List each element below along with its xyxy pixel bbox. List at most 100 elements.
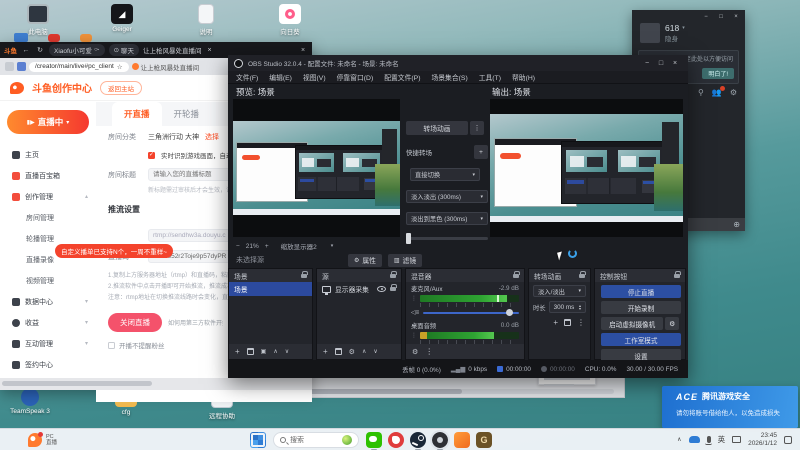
properties-button[interactable]: ⚙ 属性 [348,253,382,267]
add-source-icon[interactable]: + [323,347,328,356]
stop-streaming-button[interactable]: 停止直播 [601,285,681,298]
visibility-eye-icon[interactable] [377,286,386,292]
taskbar-widget[interactable]: PC 直播 [0,431,57,447]
orange-app-icon[interactable] [454,431,471,448]
live-status-button[interactable]: ▮▶ 直播中 ▾ [7,110,89,134]
transition-props-icon[interactable]: ⋮ [577,318,585,327]
mic-volume-slider[interactable] [423,309,519,316]
quick-transition-fade-black[interactable]: 淡出到黑色 (300ms) ▾ [406,212,488,225]
no-remind-checkbox[interactable] [108,341,115,349]
red-app-icon[interactable] [388,431,405,448]
scene-filters-icon[interactable]: ▣ [261,348,267,355]
douyu-bottom-scrollbar[interactable] [0,378,312,390]
virtual-camera-button[interactable]: 启动虚拟摄像机 [601,317,664,330]
back-home-button[interactable]: 返回主站 [100,80,142,95]
douyu-close-icon[interactable]: × [298,47,308,54]
menu-profile[interactable]: 配置文件(P) [384,72,420,82]
desktop-icon-readme[interactable]: 说明 [180,4,232,36]
desktop-icon-sunflower[interactable]: 向日葵 [264,4,316,36]
taskbar-search[interactable]: 搜索 [273,431,360,448]
start-recording-button[interactable]: 开始录制 [601,301,681,314]
add-quick-transition-icon[interactable]: + [474,145,488,159]
add-friend-icon[interactable]: 👥 [712,86,725,97]
ime-indicator[interactable]: 英 [718,434,726,445]
scene-row[interactable]: 场景 [229,282,312,296]
virtual-camera-config-icon[interactable]: ⚙ [665,317,679,330]
sidebar-item-data-center[interactable]: 数据中心 ▾ [0,291,96,312]
add-scene-icon[interactable]: + [235,347,240,356]
remove-source-icon[interactable] [334,348,342,355]
hidden-icons-chevron[interactable]: ∧ [677,436,681,443]
desktop-icon-teamspeak[interactable]: TeamSpeak 3 [4,388,56,420]
chat-pill[interactable]: ⊙ 聊天 [108,44,140,56]
move-down-icon[interactable]: ∨ [373,348,377,355]
channel-grip-icon[interactable]: ⋮ [411,332,417,339]
sidebar-item-revenue[interactable]: 收益 ▾ [0,312,96,333]
back-icon[interactable]: ← [21,47,31,54]
gear-icon[interactable]: ⚙ [730,88,737,97]
menu-docks[interactable]: 停靠窗口(D) [337,72,374,82]
sidebar-item-creation[interactable]: 创作管理 ▴ [0,186,96,207]
chevron-down-icon[interactable]: ▾ [682,25,685,31]
avatar[interactable] [640,23,660,43]
move-down-icon[interactable]: ∨ [285,348,289,355]
speaker-icon[interactable]: ◁≡ [411,309,419,316]
remove-scene-icon[interactable] [246,348,254,355]
add-group-icon[interactable]: ⊕ [733,220,740,229]
source-row[interactable]: 显示器采集 [317,282,401,296]
got-it-button[interactable]: 明白了! [702,68,734,79]
clock[interactable]: 23:45 2026/1/12 [748,432,777,448]
tbar-slider[interactable] [406,233,488,244]
menu-scene-collection[interactable]: 场景集合(S) [431,72,467,82]
zoom-fit-select[interactable]: 缩放显示器2 ▾ [281,241,334,251]
room-tab-close-icon[interactable]: × [206,47,214,54]
notification-center-icon[interactable] [784,435,792,444]
tab-start-carousel[interactable]: 开轮播 [162,102,212,126]
steam-icon[interactable] [410,431,427,450]
program-video[interactable] [490,99,683,237]
studio-mode-button[interactable]: 工作室模式 [601,333,681,346]
sidebar-item-treasure[interactable]: 直播百宝箱 [0,165,96,186]
sidebar-item-video-manage[interactable]: 视频管理 [0,270,96,291]
transition-menu-icon[interactable]: ⋮ [470,121,484,135]
preview-video[interactable] [233,99,400,237]
close-live-button[interactable]: 关闭直播 [108,313,162,333]
steam-username[interactable]: 618 [665,23,679,33]
menu-view[interactable]: 视图(V) [303,72,326,82]
address-bar[interactable]: /creator/main/live#pc_client ☆ [29,61,129,72]
user-search-pill[interactable]: Xiaofu小可爱 ○˞ [49,44,105,56]
ace-security-notification[interactable]: ACE 腾讯游戏安全 请勿将账号借给他人，以免造成损失 [662,386,798,428]
dark-app-icon[interactable] [430,429,451,450]
filters-button[interactable]: ▥ 滤镜 [388,253,422,267]
search-icon[interactable]: ⚲ [698,88,704,97]
auto-detect-checkbox[interactable]: ✓ [148,151,155,159]
menu-file[interactable]: 文件(F) [236,72,258,82]
menu-help[interactable]: 帮助(H) [512,72,535,82]
desktop-icon-geiger[interactable]: ◢ Geiger [96,4,148,36]
onedrive-cloud-icon[interactable] [688,436,700,443]
category-select-link[interactable]: 选择 [205,132,219,142]
star-icon[interactable]: ☆ [117,63,123,71]
quick-transition-fade[interactable]: 淡入淡出 (300ms) ▾ [406,190,488,203]
room-title-input[interactable] [148,168,234,181]
zoom-out-icon[interactable]: − [236,243,240,250]
nav-tab2[interactable]: 让上枪风暴处直播间 [131,62,199,72]
server-value-field[interactable]: rtmp://sendhw3a.douyu.c [148,229,234,242]
close-icon[interactable]: × [668,60,682,67]
duration-spinbox[interactable]: 300 ms ▴ ▾ [548,301,586,313]
sidebar-item-home[interactable]: 主页 [0,144,96,165]
nav-ext2-icon[interactable] [17,62,26,71]
device-icon[interactable] [732,436,742,443]
channel-grip-icon[interactable]: ⋮ [411,295,417,302]
menu-tools[interactable]: 工具(T) [479,72,501,82]
move-up-icon[interactable]: ∧ [362,348,366,355]
close-icon[interactable]: × [729,14,743,20]
sidebar-item-contract[interactable]: 签约中心 [0,354,96,375]
source-properties-icon[interactable]: ⚙ [349,348,355,356]
nav-ext-icon[interactable] [5,62,14,71]
sidebar-item-interaction[interactable]: 互动管理 ▾ [0,333,96,354]
third-party-help-link[interactable]: 如何用第三方软件开播 [168,318,223,327]
zoom-in-icon[interactable]: + [265,243,269,250]
sidebar-item-room-manage[interactable]: 房间管理 [0,207,96,228]
transition-type-select[interactable]: 淡入/淡出 ▾ [533,285,586,297]
